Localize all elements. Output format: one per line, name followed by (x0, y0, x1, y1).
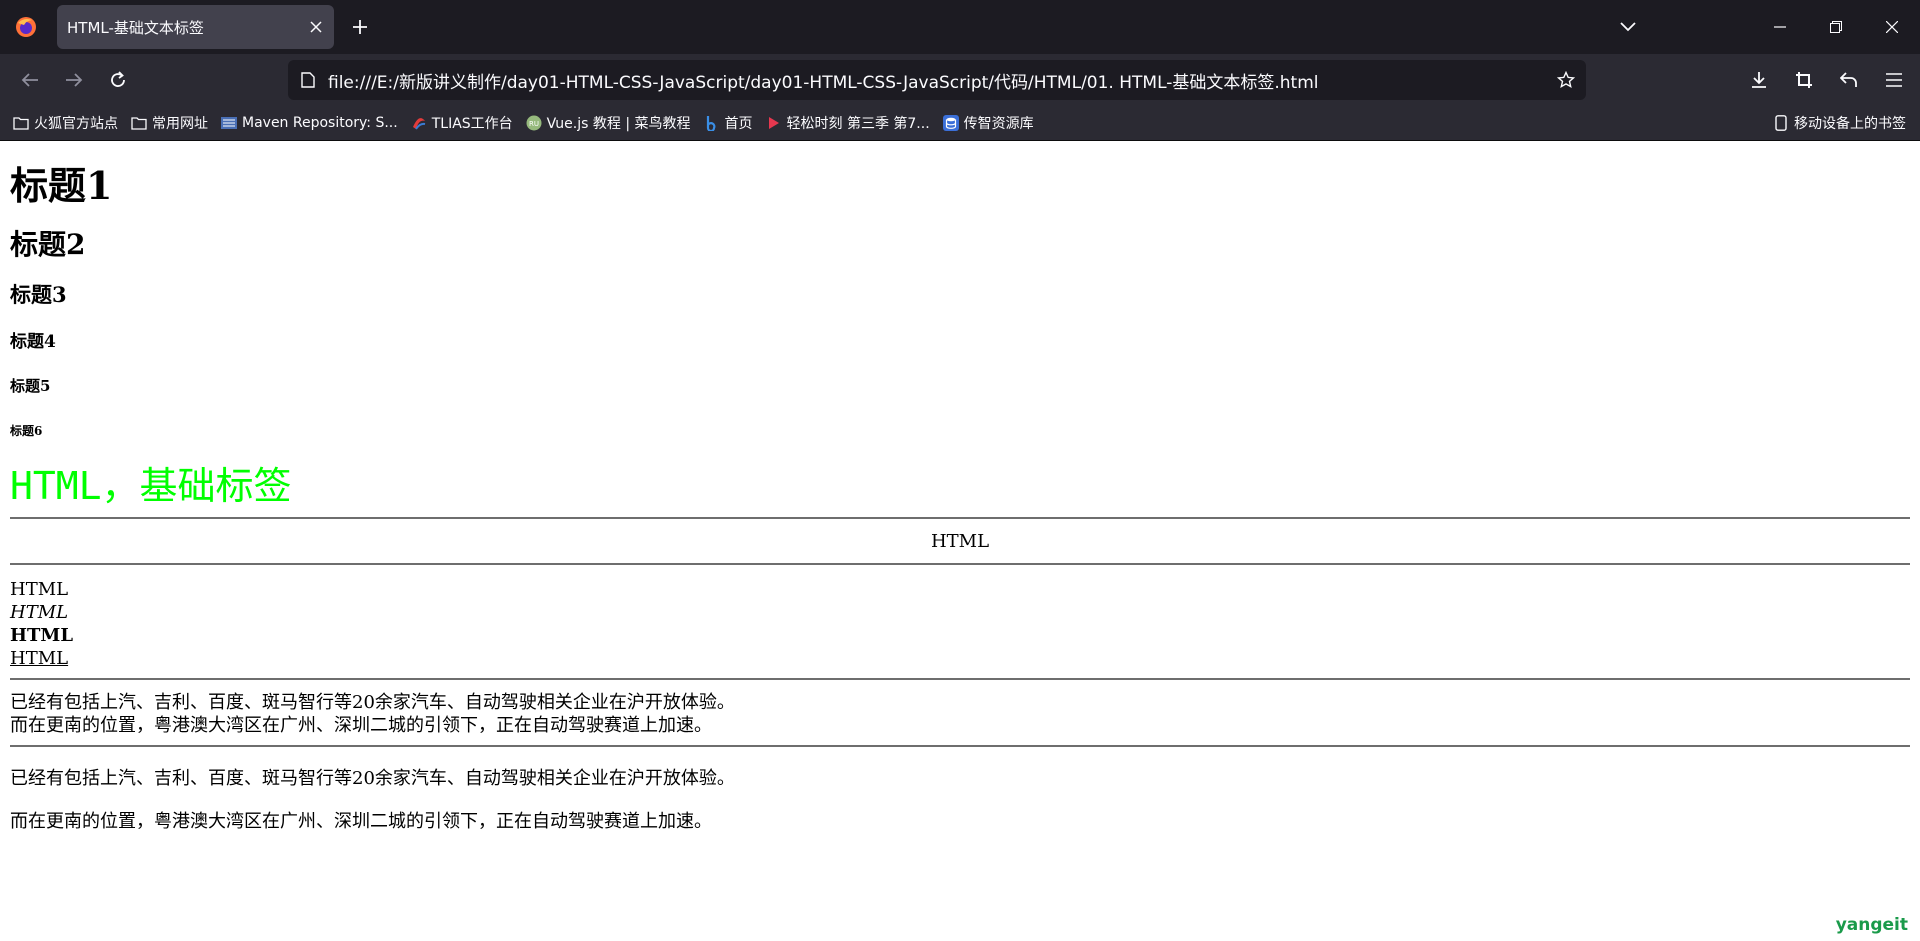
bookmark-maven[interactable]: Maven Repository: S... (214, 109, 404, 137)
heading-2: 标题2 (10, 228, 86, 261)
underline-text: HTML (10, 648, 69, 669)
video-icon (765, 114, 783, 132)
tab-strip: HTML-基础文本标签 (0, 0, 1920, 54)
folder-icon (130, 114, 148, 132)
heading-5: 标题5 (10, 377, 51, 395)
paragraph-2: 而在更南的位置，粤港澳大湾区在广州、深圳二城的引领下，正在自动驾驶赛道上加速。 (10, 811, 712, 832)
plain-text: HTML (10, 579, 69, 600)
bookmark-label: 轻松时刻 第三季 第7... (786, 116, 930, 132)
mobile-device-icon (1772, 114, 1790, 132)
centered-text: HTML (930, 531, 990, 552)
firefox-logo-icon[interactable] (12, 13, 40, 41)
close-window-icon[interactable] (1864, 0, 1920, 54)
watermark-logo: yangeit (1835, 915, 1908, 935)
heading-1: 标题1 (10, 163, 113, 208)
bookmark-home[interactable]: 首页 (697, 109, 759, 137)
tab-title: HTML-基础文本标签 (67, 18, 204, 37)
downloads-icon[interactable] (1736, 58, 1781, 102)
bookmark-tlias[interactable]: TLIAS工作台 (404, 109, 519, 137)
forward-icon[interactable] (52, 58, 96, 102)
address-bar[interactable]: file:///E:/新版讲义制作/day01-HTML-CSS-JavaScr… (288, 60, 1586, 100)
maven-icon (220, 114, 238, 132)
bookmark-label: 常用网址 (152, 116, 208, 132)
mobile-bookmarks-label: 移动设备上的书签 (1794, 116, 1906, 132)
br-line-1: 已经有包括上汽、吉利、百度、斑马智行等20余家汽车、自动驾驶相关企业在沪开放体验… (10, 692, 735, 713)
undo-icon[interactable] (1826, 58, 1871, 102)
bookmark-label: TLIAS工作台 (431, 116, 513, 132)
bilibili-icon (703, 114, 721, 132)
database-icon (942, 114, 960, 132)
restore-icon[interactable] (1808, 0, 1864, 54)
bookmark-label: 火狐官方站点 (34, 116, 118, 132)
back-icon[interactable] (8, 58, 52, 102)
heading-6: 标题6 (10, 424, 43, 438)
bookmark-label: Vue.js 教程 | 菜鸟教程 (546, 116, 691, 132)
bookmark-star-icon[interactable] (1546, 71, 1586, 89)
divider (10, 563, 1910, 565)
navigation-toolbar: file:///E:/新版讲义制作/day01-HTML-CSS-JavaScr… (0, 54, 1920, 106)
folder-icon (12, 114, 30, 132)
minimize-icon[interactable] (1752, 0, 1808, 54)
runoob-icon: RU (525, 114, 543, 132)
bookmark-label: Maven Repository: S... (242, 115, 398, 131)
divider (10, 745, 1910, 747)
divider (10, 678, 1910, 680)
new-tab-icon[interactable] (340, 7, 380, 47)
font-tag-text: HTML，基础标签 (10, 464, 292, 508)
svg-text:RU: RU (529, 120, 539, 128)
menu-icon[interactable] (1871, 58, 1916, 102)
br-line-2: 而在更南的位置，粤港澳大湾区在广州、深圳二城的引领下，正在自动驾驶赛道上加速。 (10, 715, 712, 736)
page-icon (288, 72, 328, 88)
bookmark-video[interactable]: 轻松时刻 第三季 第7... (759, 109, 936, 137)
heading-3: 标题3 (10, 282, 67, 307)
bookmark-resource[interactable]: 传智资源库 (936, 109, 1040, 137)
bookmarks-toolbar: 火狐官方站点 常用网址 Maven Repository: S... TLIAS… (0, 106, 1920, 141)
close-tab-icon[interactable] (308, 19, 324, 35)
tlias-icon (410, 114, 428, 132)
mobile-bookmarks[interactable]: 移动设备上的书签 (1766, 109, 1912, 137)
bookmark-label: 首页 (724, 116, 753, 132)
bold-text: HTML (10, 625, 73, 646)
reload-icon[interactable] (96, 58, 140, 102)
tab-active[interactable]: HTML-基础文本标签 (57, 5, 334, 49)
bookmark-firefox-site[interactable]: 火狐官方站点 (6, 109, 124, 137)
page-content: 标题1 标题2 标题3 标题4 标题5 标题6 HTML，基础标签 HTML H… (0, 163, 1920, 941)
screenshot-crop-icon[interactable] (1781, 58, 1826, 102)
paragraph-1: 已经有包括上汽、吉利、百度、斑马智行等20余家汽车、自动驾驶相关企业在沪开放体验… (10, 768, 735, 789)
url-text[interactable]: file:///E:/新版讲义制作/day01-HTML-CSS-JavaScr… (328, 68, 1546, 93)
divider (10, 517, 1910, 519)
bookmark-label: 传智资源库 (963, 116, 1034, 132)
list-all-tabs-icon[interactable] (1604, 0, 1652, 54)
bookmark-vue-runoob[interactable]: RU Vue.js 教程 | 菜鸟教程 (519, 109, 697, 137)
italic-text: HTML (10, 602, 69, 623)
bookmark-common-sites[interactable]: 常用网址 (124, 109, 214, 137)
heading-4: 标题4 (10, 332, 56, 352)
